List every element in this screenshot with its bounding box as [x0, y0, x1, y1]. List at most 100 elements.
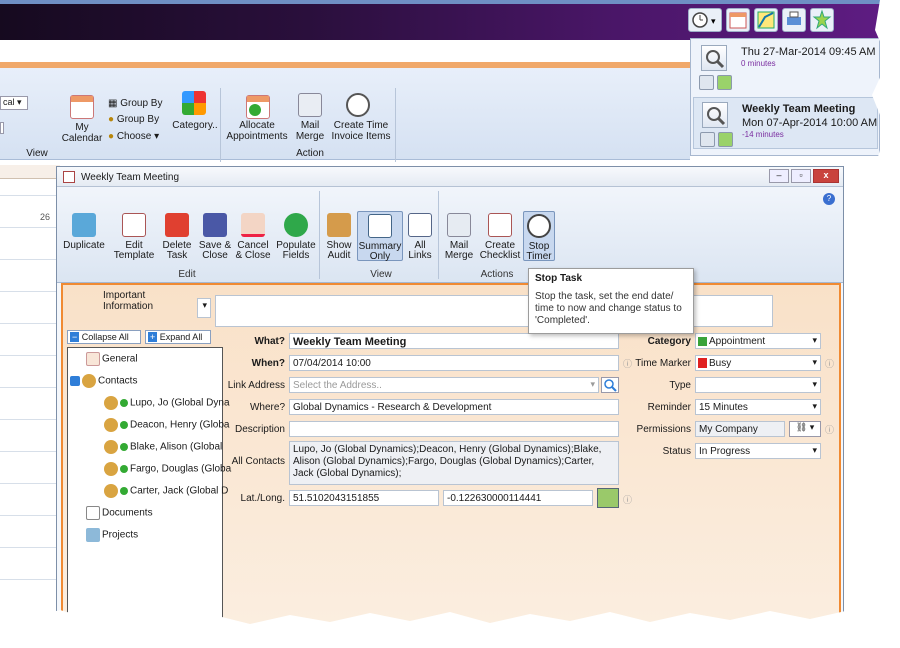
view-select[interactable]: cal ▾	[0, 96, 28, 110]
mail-merge-dialog-button[interactable]: Mail Merge	[441, 213, 477, 261]
day-number: 26	[40, 212, 51, 222]
clock-icon: ▾	[692, 12, 716, 28]
map-icon[interactable]	[597, 488, 619, 508]
clock-dropdown-button[interactable]: ▾	[688, 8, 722, 32]
tree-item-contacts[interactable]: Contacts	[70, 374, 137, 388]
save-close-label: Save & Close	[198, 240, 232, 261]
tree-item-contact[interactable]: Lupo, Jo (Global Dyna	[104, 396, 230, 410]
edit-template-button[interactable]: Edit Template	[111, 213, 157, 261]
mail-merge-button[interactable]: Mail Merge	[292, 120, 328, 142]
tree-label: General	[102, 353, 138, 365]
reminder-select[interactable]: 15 Minutes	[695, 399, 821, 415]
group-separator	[438, 191, 439, 279]
category-select[interactable]: Appointment	[695, 333, 821, 349]
populate-fields-label: Populate Fields	[276, 240, 316, 261]
chart-tool-button[interactable]	[754, 8, 778, 32]
all-links-button[interactable]: All Links	[405, 213, 435, 261]
latitude-field[interactable]: 51.5102043151855	[289, 490, 439, 506]
all-links-label: All Links	[408, 240, 432, 261]
where-field[interactable]: Global Dynamics - Research & Development	[289, 399, 619, 415]
status-icon	[120, 421, 128, 429]
my-calendar-button[interactable]: My Calendar	[58, 122, 106, 144]
create-time-invoice-button[interactable]: Create Time Invoice Items	[330, 120, 392, 142]
status-label: Status	[662, 446, 691, 457]
plus-icon: +	[148, 332, 158, 342]
reminder-minutes: 0 minutes	[741, 59, 776, 68]
what-field[interactable]: Weekly Team Meeting	[289, 333, 619, 349]
category-button[interactable]: Category..	[170, 120, 220, 131]
close-button[interactable]: x	[813, 169, 839, 183]
duplicate-button[interactable]: Duplicate	[61, 213, 107, 251]
description-field[interactable]	[289, 421, 619, 437]
stop-timer-button[interactable]: Stop Timer	[523, 211, 555, 262]
longitude-field[interactable]: -0.122630000114441	[443, 490, 593, 506]
collapse-all-button[interactable]: − Collapse All	[67, 330, 141, 344]
group-separator	[220, 88, 221, 162]
allocate-appointments-button[interactable]: Allocate Appointments	[225, 120, 289, 142]
edit-icon[interactable]	[718, 132, 733, 147]
svg-text:▾: ▾	[711, 16, 716, 26]
cancel-close-button[interactable]: Cancel & Close	[233, 213, 273, 261]
group-by-button-2[interactable]: ● Group By	[108, 114, 168, 125]
populate-icon	[284, 213, 308, 237]
person-icon	[104, 396, 118, 410]
tree-item-projects[interactable]: Projects	[86, 528, 138, 542]
group-by-button-1[interactable]: ▦ Group By	[108, 98, 168, 109]
status-icon	[120, 487, 128, 495]
person-icon	[104, 440, 118, 454]
time-marker-select[interactable]: Busy	[695, 355, 821, 371]
timer-icon[interactable]	[700, 132, 715, 147]
group-separator	[319, 191, 320, 279]
type-label: Type	[669, 380, 691, 391]
calendar-tool-button[interactable]	[726, 8, 750, 32]
links-tree: General Contacts Lupo, Jo (Global Dyna D…	[67, 347, 231, 632]
grid-line	[0, 451, 60, 452]
link-address-select[interactable]: Select the Address..	[289, 377, 599, 393]
minus-icon: −	[70, 332, 80, 342]
important-info-dropdown[interactable]	[197, 298, 211, 318]
tree-item-general[interactable]: General	[86, 352, 138, 366]
help-tool-button[interactable]	[810, 8, 834, 32]
tree-item-contact[interactable]: Deacon, Henry (Globa	[104, 418, 230, 432]
person-icon	[104, 462, 118, 476]
tree-item-contact[interactable]: Blake, Alison (Global	[104, 440, 222, 454]
person-icon	[104, 418, 118, 432]
busy-color-icon	[698, 358, 707, 368]
expand-all-button[interactable]: + Expand All	[145, 330, 211, 344]
permissions-button[interactable]: ⛓ ▾	[789, 421, 821, 437]
save-icon	[203, 213, 227, 237]
summary-only-button[interactable]: Summary Only	[357, 211, 403, 262]
tree-label: Fargo, Douglas (Globa	[130, 463, 232, 475]
save-close-button[interactable]: Save & Close	[195, 213, 235, 261]
torn-edge-right	[872, 0, 900, 648]
populate-fields-button[interactable]: Populate Fields	[273, 213, 319, 261]
description-label: Description	[234, 424, 285, 435]
when-field[interactable]: 07/04/2014 10:00	[289, 355, 619, 371]
tree-item-documents[interactable]: Documents	[86, 506, 153, 520]
tree-item-contact[interactable]: Carter, Jack (Global D	[104, 484, 228, 498]
search-icon[interactable]	[601, 377, 619, 393]
grid-line	[0, 195, 60, 196]
edit-icon[interactable]	[717, 75, 732, 90]
delete-task-label: Delete Task	[162, 240, 192, 261]
minimize-button[interactable]: –	[769, 169, 789, 183]
zoom-slider[interactable]	[0, 122, 4, 134]
calendar-header-row	[0, 165, 60, 179]
maximize-button[interactable]: ▫	[791, 169, 811, 183]
show-audit-button[interactable]: Show Audit	[321, 213, 357, 261]
template-icon	[122, 213, 146, 237]
task-icon	[63, 171, 75, 183]
calendar-grid	[0, 165, 60, 615]
print-tool-button[interactable]	[782, 8, 806, 32]
time-marker-label: Time Marker	[635, 358, 691, 369]
type-select[interactable]	[695, 377, 821, 393]
status-select[interactable]: In Progress	[695, 443, 821, 459]
create-checklist-button[interactable]: Create Checklist	[477, 213, 523, 261]
cancel-close-label: Cancel & Close	[235, 240, 271, 261]
category-value: Appointment	[709, 336, 766, 347]
choose-button[interactable]: ● Choose ▾	[108, 131, 168, 142]
tree-item-contact[interactable]: Fargo, Douglas (Globa	[104, 462, 231, 476]
delete-task-button[interactable]: Delete Task	[157, 213, 197, 261]
help-icon[interactable]: ?	[823, 193, 835, 205]
timer-icon[interactable]	[699, 75, 714, 90]
